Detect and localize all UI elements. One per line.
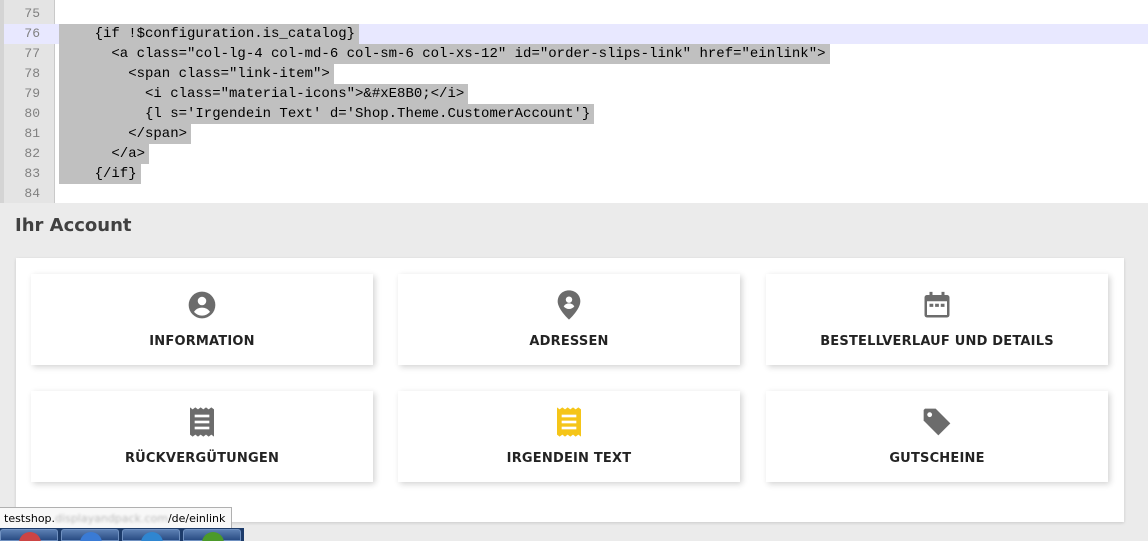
account-circle-icon <box>31 287 373 323</box>
code-line[interactable]: 77 <a class="col-lg-4 col-md-6 col-sm-6 c… <box>4 44 1148 64</box>
line-number: 80 <box>24 106 40 121</box>
browser-icon <box>80 532 102 541</box>
code-text: </a> <box>59 144 149 164</box>
line-number: 76 <box>24 26 40 41</box>
taskbar-button[interactable] <box>183 529 241 541</box>
card-label: IRGENDEIN TEXT <box>506 451 632 466</box>
code-text: <a class="col-lg-4 col-md-6 col-sm-6 col… <box>59 44 830 64</box>
line-number: 84 <box>24 186 40 201</box>
line-number: 81 <box>24 126 40 141</box>
code-text: {if !$configuration.is_catalog} <box>59 24 360 44</box>
url-redacted: displayandpack.com <box>55 512 168 525</box>
location-pin-icon <box>398 287 740 323</box>
url-prefix: testshop. <box>4 512 56 525</box>
app-icon <box>19 532 41 541</box>
card-rueckverguetungen[interactable]: RÜCKVERGÜTUNGEN <box>31 391 373 482</box>
code-text: {/if} <box>59 164 141 184</box>
line-number: 83 <box>24 166 40 181</box>
code-line[interactable]: 78 <span class="link-item"> <box>4 64 1148 84</box>
card-label: GUTSCHEINE <box>889 451 985 466</box>
card-label: ADRESSEN <box>529 334 609 349</box>
line-number: 77 <box>24 46 40 61</box>
card-irgendein-text[interactable]: IRGENDEIN TEXT <box>398 391 740 482</box>
browser-icon <box>141 532 163 541</box>
taskbar-button[interactable] <box>0 529 58 541</box>
card-gutscheine[interactable]: GUTSCHEINE <box>766 391 1108 482</box>
receipt-icon <box>31 404 373 440</box>
code-editor[interactable]: 75 76 {if !$configuration.is_catalog} 77 <a … <box>0 0 1148 203</box>
code-line[interactable]: 79 <i class="material-icons">&#xE8B0;</i> <box>4 84 1148 104</box>
code-text: <i class="material-icons">&#xE8B0;</i> <box>59 84 469 104</box>
app-icon <box>202 532 224 541</box>
account-links-panel: INFORMATION ADRESSEN BESTELLVERLAUF UND … <box>16 258 1124 522</box>
card-adressen[interactable]: ADRESSEN <box>398 274 740 365</box>
line-number: 82 <box>24 146 40 161</box>
code-line[interactable]: 80 {l s='Irgendein Text' d='Shop.Theme.Cu… <box>4 104 1148 124</box>
status-bar-url: testshop.displayandpack.com/de/einlink <box>0 507 233 530</box>
calendar-icon <box>766 287 1108 323</box>
page-title: Ihr Account <box>15 215 132 236</box>
line-number: 79 <box>24 86 40 101</box>
line-number: 75 <box>24 6 40 21</box>
card-label: BESTELLVERLAUF UND DETAILS <box>820 334 1054 349</box>
code-text: {l s='Irgendein Text' d='Shop.Theme.Cust… <box>59 104 595 124</box>
code-line[interactable]: 81 </span> <box>4 124 1148 144</box>
code-text: </span> <box>59 124 191 144</box>
url-suffix: /de/einlink <box>167 512 226 525</box>
taskbar <box>0 528 244 541</box>
line-number: 78 <box>24 66 40 81</box>
card-label: RÜCKVERGÜTUNGEN <box>124 451 280 466</box>
card-label: INFORMATION <box>149 334 255 349</box>
card-information[interactable]: INFORMATION <box>31 274 373 365</box>
code-line[interactable]: 83 {/if} <box>4 164 1148 184</box>
taskbar-button[interactable] <box>122 529 180 541</box>
code-line[interactable]: 75 <box>4 4 1148 24</box>
code-line[interactable]: 76 {if !$configuration.is_catalog} <box>4 24 1148 44</box>
code-text: <span class="link-item"> <box>59 64 334 84</box>
tag-icon <box>766 404 1108 440</box>
card-bestellverlauf[interactable]: BESTELLVERLAUF UND DETAILS <box>766 274 1108 365</box>
code-line[interactable]: 84 <box>4 184 1148 203</box>
code-line[interactable]: 82 </a> <box>4 144 1148 164</box>
receipt-icon <box>398 404 740 440</box>
taskbar-button[interactable] <box>61 529 119 541</box>
